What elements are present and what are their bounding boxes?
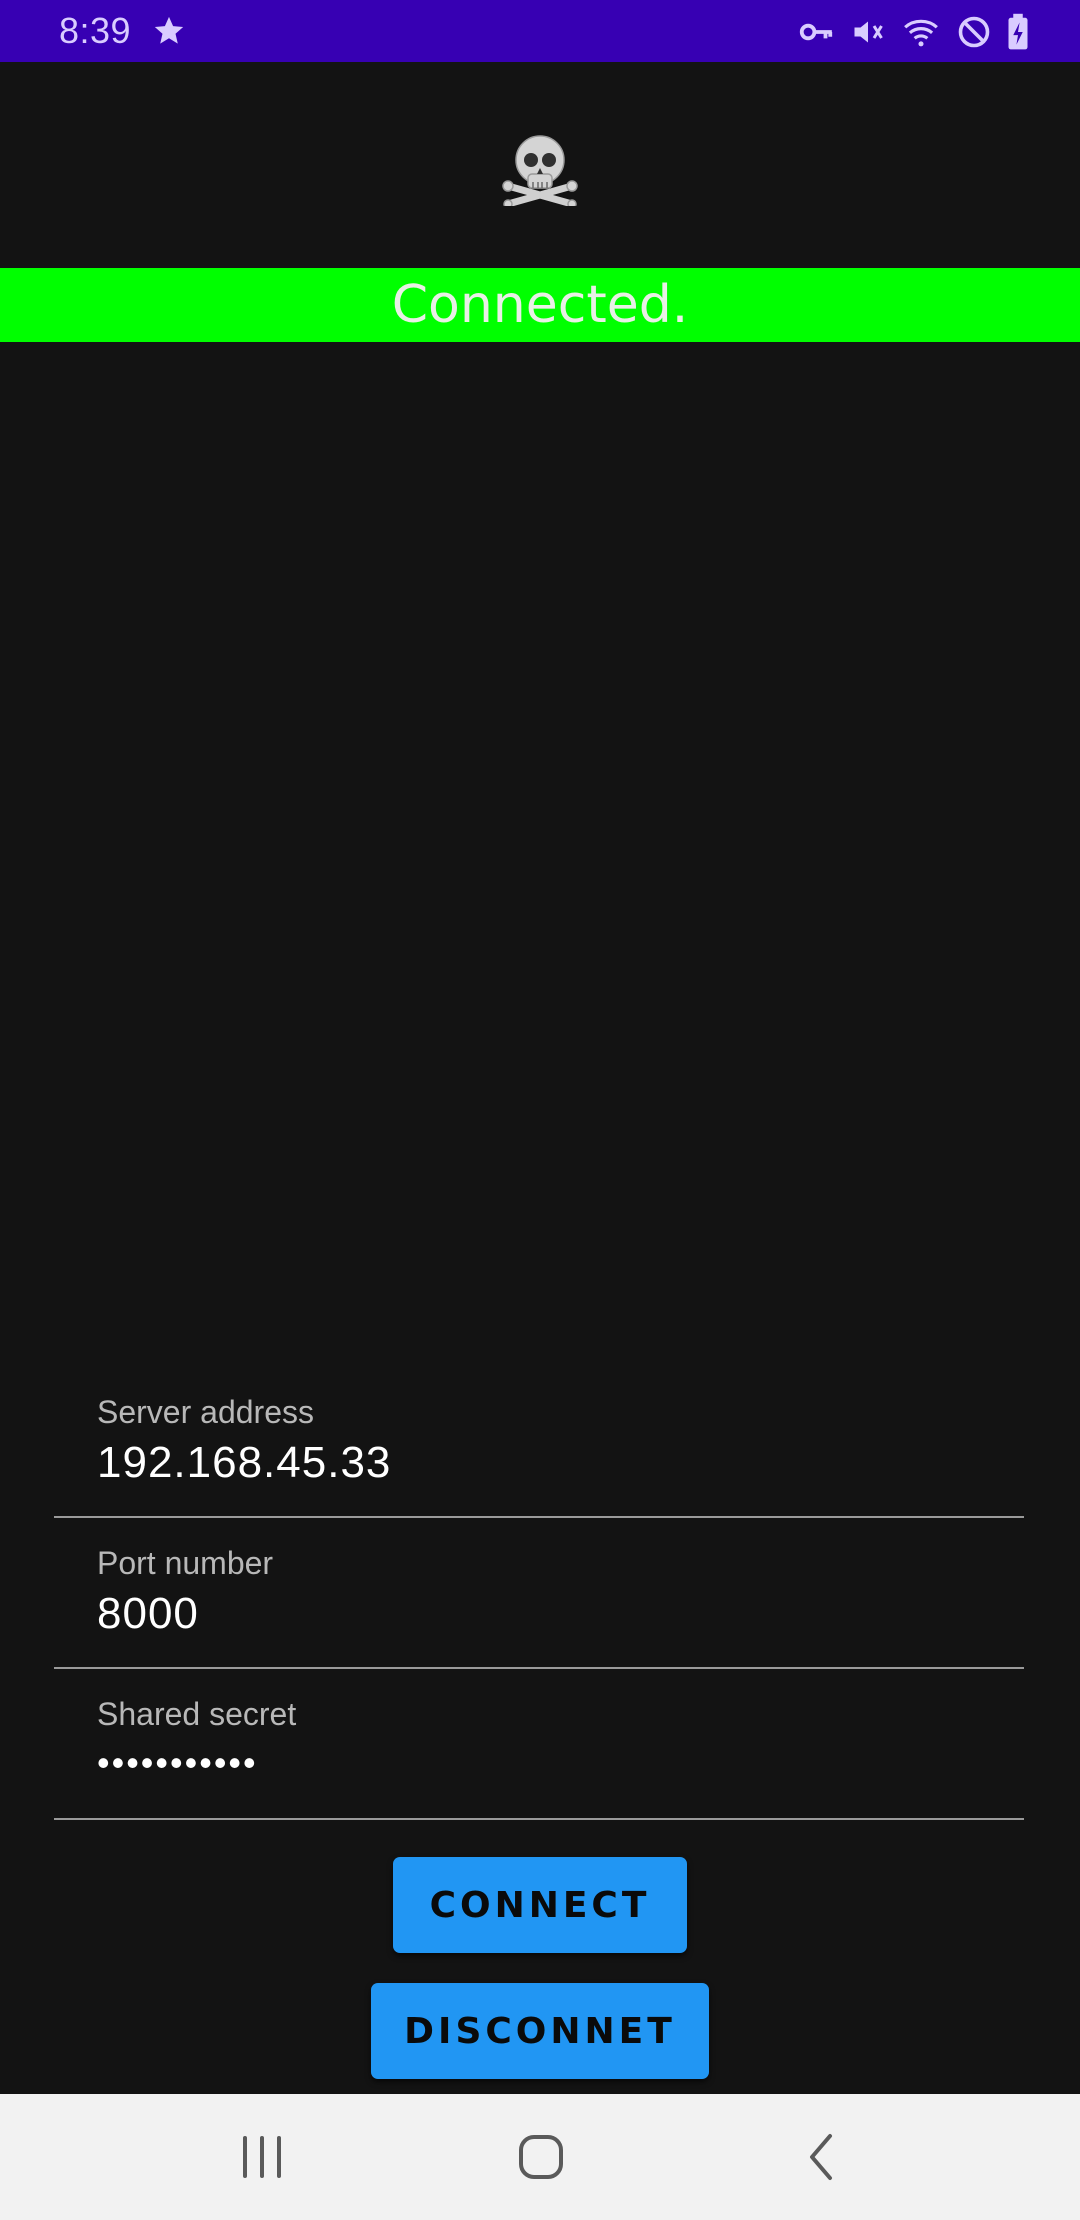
navigation-bar (0, 2094, 1080, 2220)
port-number-input[interactable]: 8000 (97, 1589, 199, 1639)
connection-status-banner: Connected. (0, 268, 1080, 342)
do-not-disturb-icon (958, 16, 990, 48)
wifi-icon (904, 19, 938, 47)
vpn-key-icon (799, 23, 833, 41)
recents-icon[interactable] (229, 2124, 295, 2190)
connection-status-text: Connected. (391, 275, 689, 335)
port-number-label: Port number (97, 1545, 274, 1581)
shared-secret-input[interactable]: ••••••••••• (97, 1742, 258, 1784)
shared-secret-label: Shared secret (97, 1696, 297, 1732)
back-icon[interactable] (790, 2124, 856, 2190)
app-screen: 8:39 Connected. Server address 192.168.4… (0, 0, 1080, 2220)
skull-crossbones-icon (502, 135, 578, 206)
server-address-label: Server address (97, 1394, 314, 1430)
star-icon (154, 16, 184, 44)
server-address-field[interactable]: Server address 192.168.45.33 (54, 1380, 1024, 1518)
shared-secret-field[interactable]: Shared secret ••••••••••• (54, 1682, 1024, 1820)
port-number-field[interactable]: Port number 8000 (54, 1531, 1024, 1669)
server-address-input[interactable]: 192.168.45.33 (97, 1438, 391, 1488)
battery-charging-icon (1008, 13, 1028, 50)
connect-button[interactable]: CONNECT (393, 1857, 687, 1953)
status-time: 8:39 (59, 10, 132, 51)
status-bar: 8:39 (0, 0, 1080, 62)
status-icons (796, 12, 1030, 52)
mute-icon (854, 21, 883, 43)
disconnect-button[interactable]: DISCONNET (371, 1983, 709, 2079)
home-icon[interactable] (508, 2124, 574, 2190)
